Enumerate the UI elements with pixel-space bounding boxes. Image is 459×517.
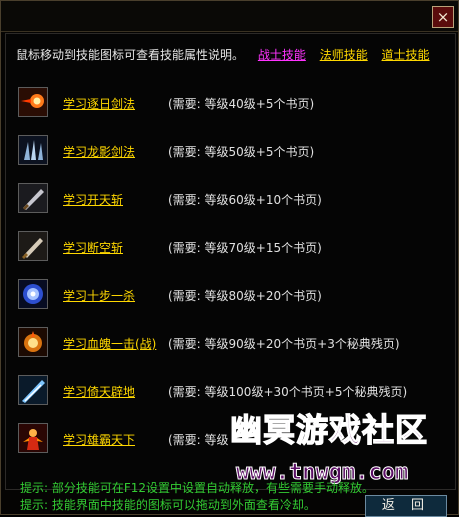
skill-link[interactable]: 学习十步一杀	[63, 287, 135, 304]
skill-link[interactable]: 学习倚天辟地	[63, 383, 135, 400]
skill-row: 学习断空斩 (需要: 等级70级+15个书页)	[0, 230, 459, 264]
skill-row: 学习逐日剑法 (需要: 等级40级+5个书页)	[0, 86, 459, 120]
skill-requirement: (需要: 等级80级+20个书页)	[168, 289, 322, 303]
dragon-shadow-icon[interactable]	[18, 135, 48, 165]
skill-link[interactable]: 学习开天斩	[63, 191, 123, 208]
blood-strike-icon[interactable]	[18, 327, 48, 357]
back-button[interactable]: 返 回	[365, 495, 447, 517]
skill-requirement: (需要: 等级	[168, 433, 229, 447]
intro-line: 鼠标移动到技能图标可查看技能属性说明。 战士技能 法师技能 道士技能	[16, 46, 430, 63]
skill-requirement: (需要: 等级70级+15个书页)	[168, 241, 322, 255]
skill-row: 学习倚天辟地 (需要: 等级100级+30个书页+5个秘典残页)	[0, 374, 459, 408]
tab-warrior-skills[interactable]: 战士技能	[258, 46, 306, 63]
skill-requirement: (需要: 等级60级+10个书页)	[168, 193, 322, 207]
skill-row: 学习十步一杀 (需要: 等级80级+20个书页)	[0, 278, 459, 312]
skill-requirement: (需要: 等级50级+5个书页)	[168, 145, 315, 159]
skill-requirement: (需要: 等级90级+20个书页+3个秘典残页)	[168, 337, 400, 351]
overlord-icon[interactable]	[18, 423, 48, 453]
title-bar: ×	[1, 1, 458, 32]
skill-link[interactable]: 学习龙影剑法	[63, 143, 135, 160]
skill-link[interactable]: 学习血魄一击(战)	[63, 335, 156, 352]
skill-link[interactable]: 学习断空斩	[63, 239, 123, 256]
void-slash-icon[interactable]	[18, 231, 48, 261]
skill-requirement: (需要: 等级100级+30个书页+5个秘典残页)	[168, 385, 408, 399]
tab-taoist-skills[interactable]: 道士技能	[382, 46, 430, 63]
skill-link[interactable]: 学习雄霸天下	[63, 431, 135, 448]
skill-link[interactable]: 学习逐日剑法	[63, 95, 135, 112]
close-button[interactable]: ×	[432, 6, 454, 28]
skill-row: 学习龙影剑法 (需要: 等级50级+5个书页)	[0, 134, 459, 168]
sky-split-icon[interactable]	[18, 375, 48, 405]
tip-line: 提示: 技能界面中技能的图标可以拖动到外面查看冷却。	[20, 498, 316, 512]
tip-line: 提示: 部分技能可在F12设置中设置自动释放，有些需要手动释放。	[20, 481, 375, 495]
skill-row: 学习开天斩 (需要: 等级60级+10个书页)	[0, 182, 459, 216]
heaven-slash-icon[interactable]	[18, 183, 48, 213]
intro-text: 鼠标移动到技能图标可查看技能属性说明。	[16, 48, 245, 62]
watermark-title: 幽冥游戏社区	[229, 410, 429, 449]
skill-requirement: (需要: 等级40级+5个书页)	[168, 97, 315, 111]
skill-row: 学习血魄一击(战) (需要: 等级90级+20个书页+3个秘典残页)	[0, 326, 459, 360]
ten-step-kill-icon[interactable]	[18, 279, 48, 309]
sun-sword-icon[interactable]	[18, 87, 48, 117]
tab-mage-skills[interactable]: 法师技能	[320, 46, 368, 63]
